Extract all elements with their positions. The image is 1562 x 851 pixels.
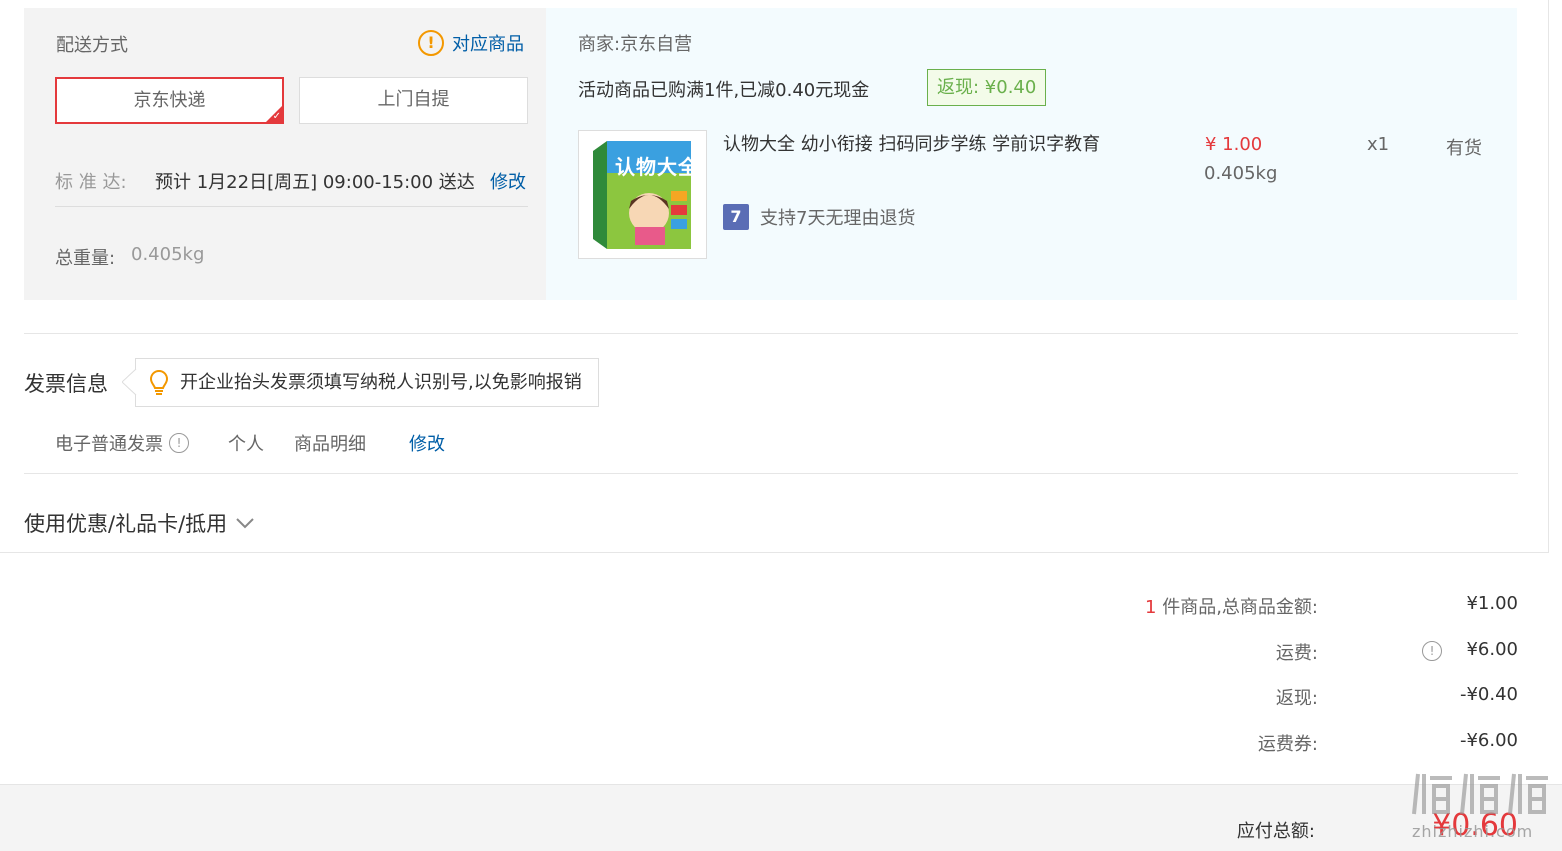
invoice-holder: 个人	[228, 434, 264, 455]
shipping-option-label: 京东快递	[133, 90, 206, 111]
weight-label: 总重量:	[55, 248, 116, 269]
invoice-tip: 开企业抬头发票须填写纳税人识别号,以免影响报销	[135, 358, 599, 407]
freight-info-icon[interactable]: !	[1422, 641, 1442, 661]
payable-label: 应付总额:	[1236, 821, 1315, 842]
goods-count-label: 件商品,总商品金额:	[1156, 597, 1318, 618]
divider	[0, 552, 1549, 553]
watermark-text: zhizhizhi.com	[1412, 822, 1534, 841]
related-goods-link[interactable]: ! 对应商品	[418, 30, 524, 56]
goods-total-value: ¥1.00	[1466, 593, 1518, 614]
invoice-type: 电子普通发票 !	[55, 430, 189, 456]
promo-text: 活动商品已购满1件,已减0.40元现金	[578, 80, 870, 101]
watermark-glyphs	[1412, 773, 1548, 815]
shipping-title: 配送方式	[56, 35, 128, 56]
delivery-modify-link[interactable]: 修改	[490, 168, 526, 194]
divider	[24, 473, 1518, 474]
standard-delivery-label: 标 准 达:	[55, 172, 127, 193]
goods-count-row-label: 1 件商品,总商品金额:	[1145, 593, 1318, 619]
seven-day-return-icon: 7	[723, 204, 749, 230]
stock-status: 有货	[1446, 138, 1482, 159]
shipping-option-label: 上门自提	[377, 89, 450, 110]
payable-bar	[0, 784, 1562, 851]
standard-delivery-time: 预计 1月22日[周五] 09:00-15:00 送达	[155, 172, 475, 193]
coupon-label: 使用优惠/礼品卡/抵用	[24, 512, 228, 536]
weight-value: 0.405kg	[131, 244, 205, 265]
tip-arrow	[122, 369, 137, 395]
info-icon[interactable]: !	[169, 433, 189, 453]
check-icon: ✓	[272, 111, 281, 122]
related-goods-label: 对应商品	[452, 34, 524, 55]
divider	[55, 206, 528, 207]
shipping-option-jd-express[interactable]: 京东快递 ✓	[55, 77, 284, 124]
return-policy: 7 支持7天无理由退货	[723, 204, 915, 230]
cashback-value: -¥0.40	[1459, 684, 1518, 705]
freight-coupon-value: -¥6.00	[1459, 730, 1518, 751]
merchant-name: 商家:京东自营	[578, 34, 693, 55]
cashback-label: 返现:	[1275, 688, 1318, 709]
goods-count: 1	[1145, 597, 1157, 618]
freight-coupon-label: 运费券:	[1257, 734, 1318, 755]
divider	[24, 333, 1518, 334]
cashback-tag: 返现: ¥0.40	[927, 69, 1047, 106]
product-name-link[interactable]: 认物大全 幼小衔接 扫码同步学练 学前识字教育	[723, 130, 1113, 159]
chevron-down-icon	[236, 518, 254, 529]
panel-right-border	[1548, 0, 1549, 553]
coupon-toggle[interactable]: 使用优惠/礼品卡/抵用	[24, 508, 255, 538]
shipping-option-pickup[interactable]: 上门自提	[299, 77, 528, 124]
freight-value: ¥6.00	[1466, 639, 1518, 660]
warning-icon: !	[418, 30, 444, 56]
product-thumbnail[interactable]: 认物大全	[578, 130, 707, 259]
invoice-tip-text: 开企业抬头发票须填写纳税人识别号,以免影响报销	[180, 372, 582, 393]
product-price: ¥ 1.00	[1205, 134, 1263, 155]
lightbulb-icon	[150, 370, 168, 395]
invoice-modify-link[interactable]: 修改	[409, 430, 445, 456]
invoice-type-label: 电子普通发票	[55, 434, 163, 455]
invoice-title: 发票信息	[24, 372, 108, 396]
book-cover-title: 认物大全	[615, 155, 699, 179]
return-policy-label: 支持7天无理由退货	[760, 208, 916, 229]
watermark-logo: zhizhizhi.com	[1410, 768, 1558, 848]
freight-label: 运费:	[1275, 643, 1318, 664]
product-quantity: x1	[1367, 134, 1390, 155]
invoice-content: 商品明细	[294, 434, 366, 455]
product-weight: 0.405kg	[1204, 163, 1278, 184]
